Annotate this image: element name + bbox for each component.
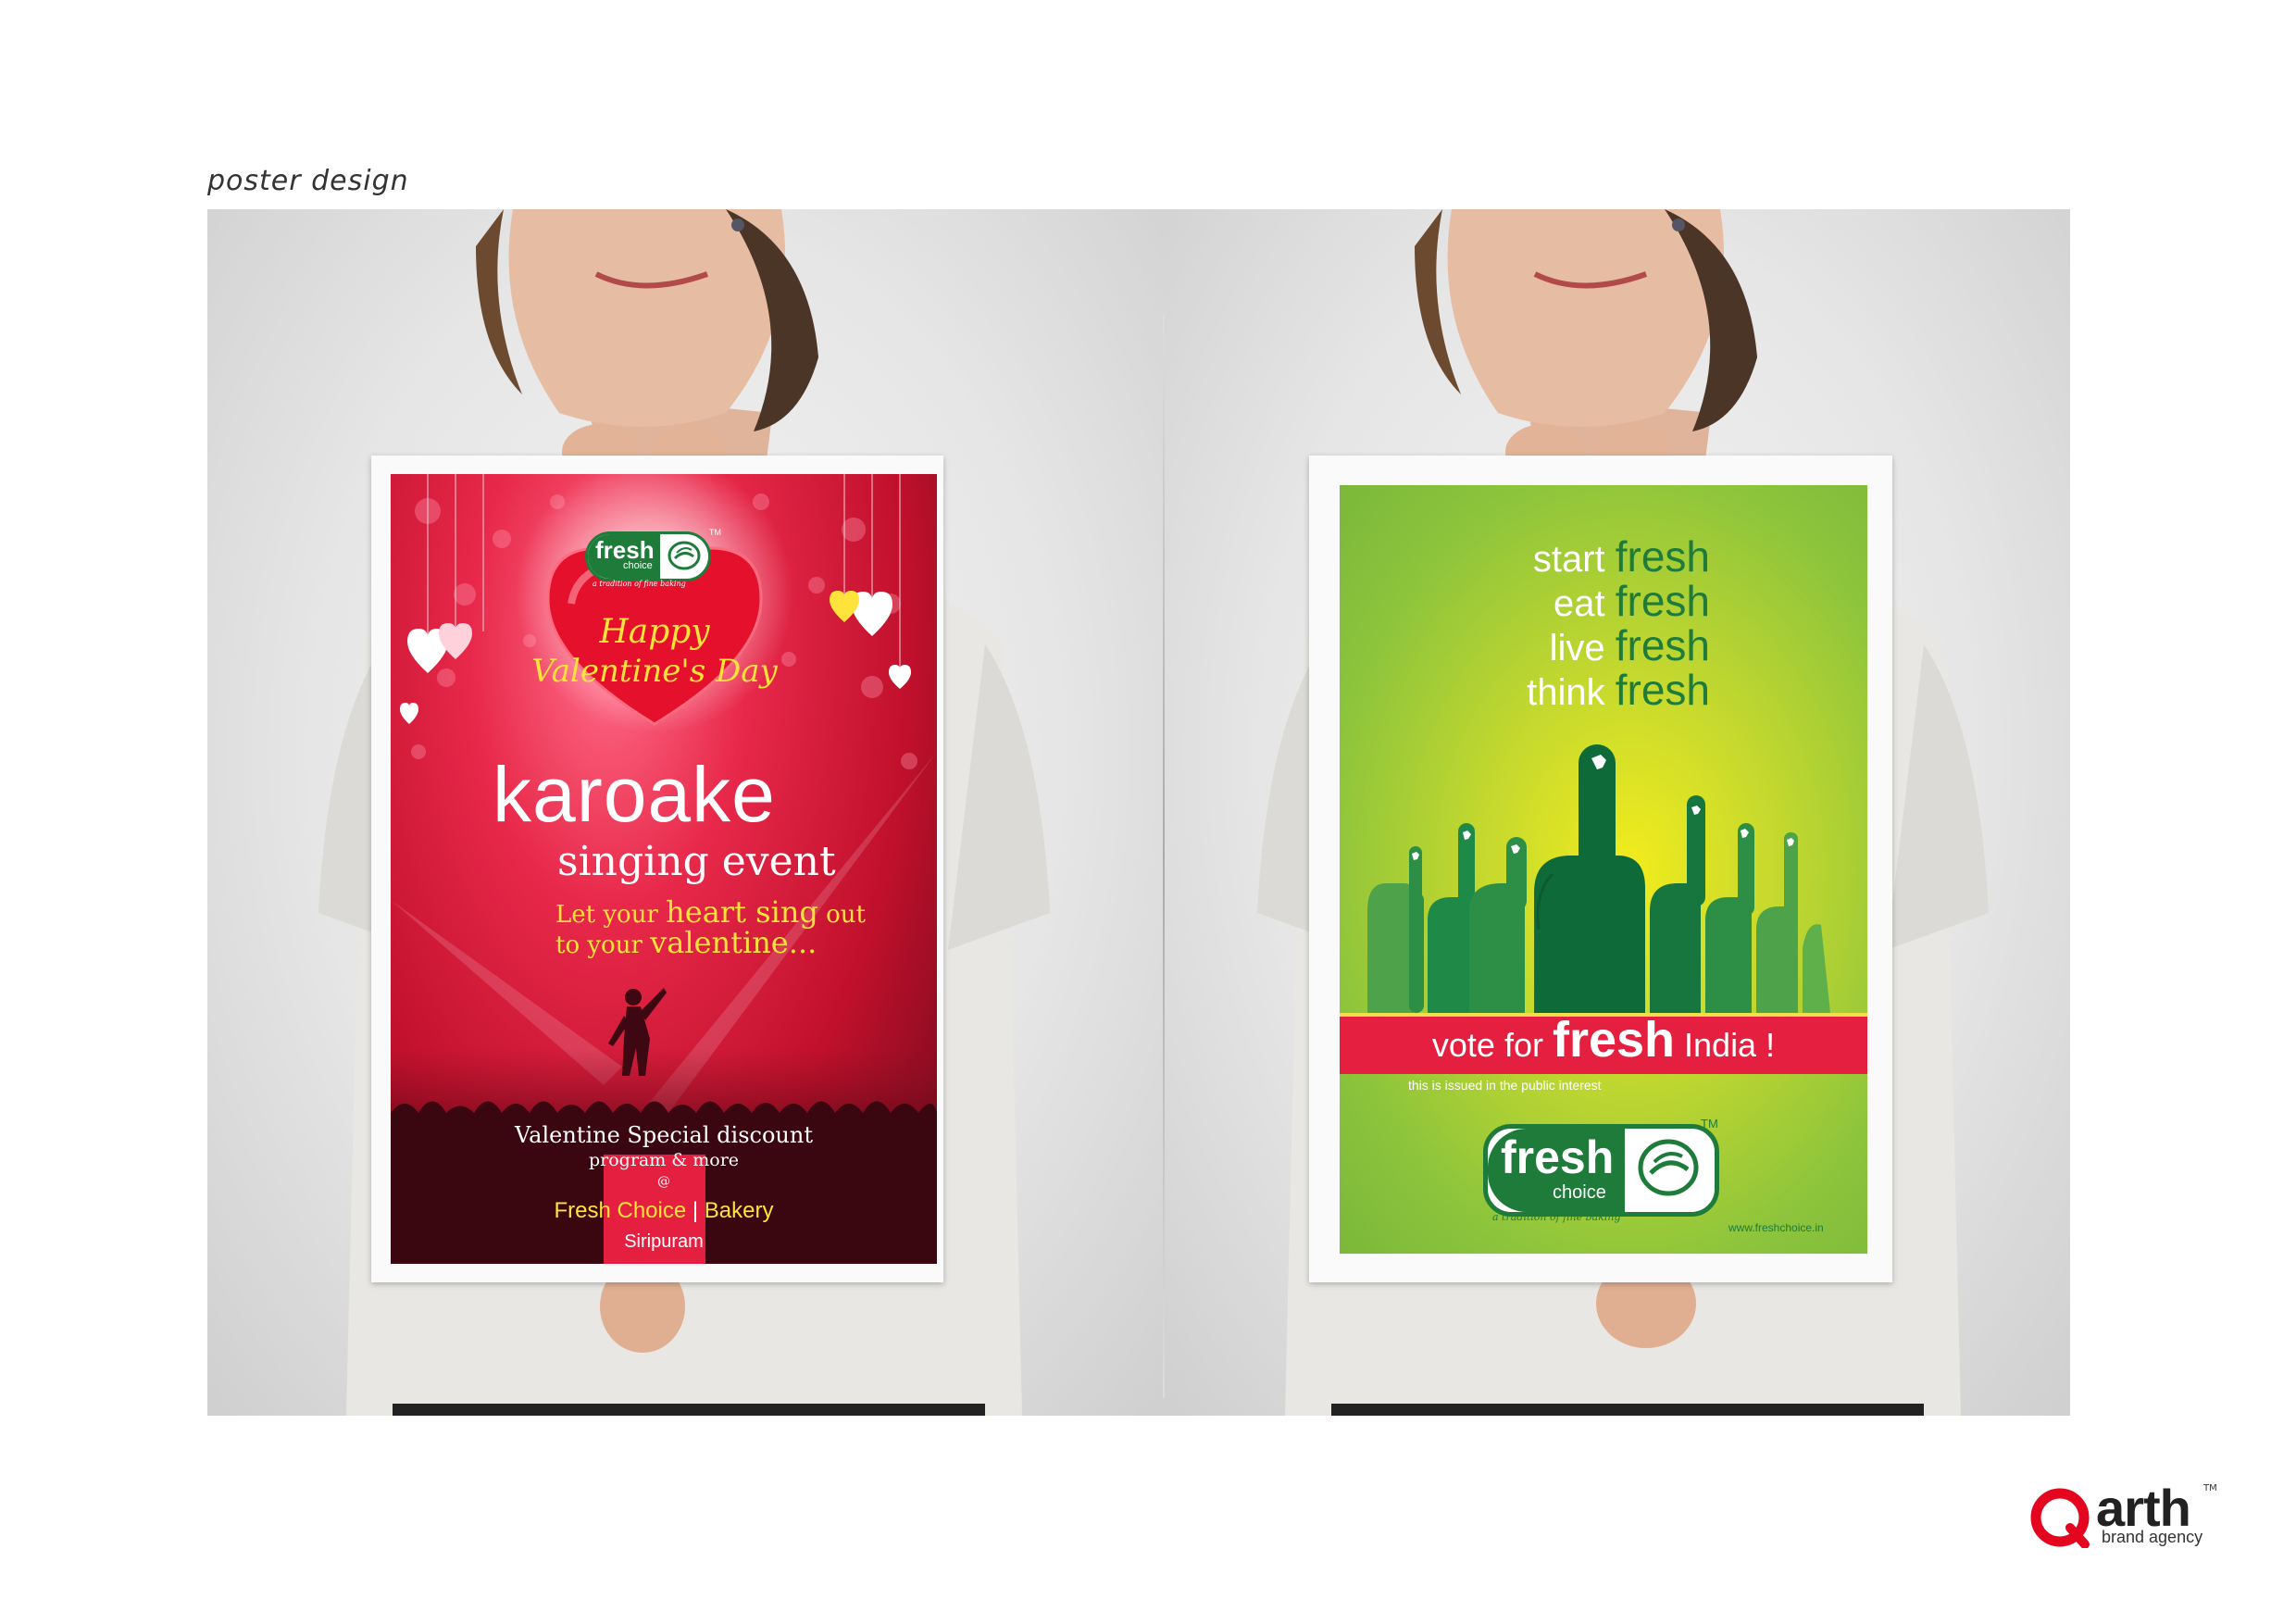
slogan-line3: live fresh (1549, 621, 1710, 669)
bread-icon (1638, 1139, 1699, 1196)
vote-banner-text: vote for fresh India ! (1431, 1012, 1776, 1068)
raised-hands-illustration (1367, 744, 1830, 1013)
slogan-line2: eat fresh (1554, 577, 1710, 625)
photo-right: start fresh eat fresh live fresh think f… (1165, 209, 2070, 1416)
slogan-line1: start fresh (1532, 532, 1710, 581)
fresh-choice-logo: fresh choice (1483, 1124, 1719, 1217)
poster-frame-right: start fresh eat fresh live fresh think f… (1309, 456, 1892, 1282)
arth-logo-mark-icon (2030, 1488, 2090, 1548)
valentine-poster: fresh choice TM a tradition of fine baki… (391, 474, 937, 1264)
venue-line: Fresh Choice | Bakery (554, 1198, 774, 1223)
poster-frame-left: fresh choice TM a tradition of fine baki… (371, 456, 943, 1282)
tagline-line2: to your valentine... (555, 925, 817, 960)
bread-icon (668, 541, 701, 570)
fresh-choice-logo: fresh choice (585, 531, 711, 581)
vote-poster: start fresh eat fresh live fresh think f… (1340, 485, 1867, 1254)
slogan-line4: think fresh (1527, 666, 1710, 714)
photo-left: fresh choice TM a tradition of fine baki… (207, 209, 1165, 1416)
poster-title: karoake (493, 751, 776, 838)
poster-subtitle: singing event (557, 838, 836, 885)
agency-logo: arth TM brand agency (2029, 1479, 2217, 1548)
section-label: poster design (207, 165, 409, 197)
